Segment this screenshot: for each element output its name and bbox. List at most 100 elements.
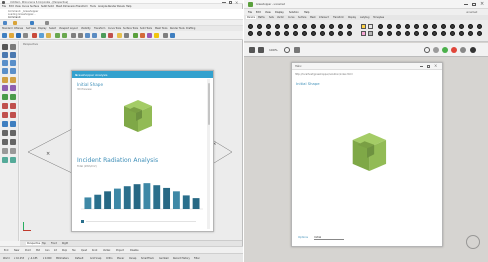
arc-icon[interactable]	[2, 68, 8, 74]
tab-standard[interactable]: Standard	[2, 27, 12, 30]
component-icon[interactable]	[396, 31, 401, 36]
scale-icon[interactable]	[10, 112, 16, 118]
shaded-icon[interactable]	[101, 33, 106, 38]
osnap-cen[interactable]: Cen	[45, 249, 49, 252]
split-icon[interactable]	[10, 130, 16, 136]
status-smarttrack[interactable]: SmartTrack	[141, 257, 154, 260]
palette-swatch-icon[interactable]	[368, 31, 373, 36]
rotate-view-icon[interactable]	[78, 33, 83, 38]
component-icon[interactable]	[396, 24, 401, 29]
boolean-icon[interactable]	[2, 94, 8, 100]
menu-item[interactable]: Surface	[30, 5, 39, 8]
minimize-icon[interactable]	[222, 1, 226, 3]
osnap-near[interactable]: Near	[14, 249, 19, 252]
dimension-icon[interactable]	[2, 148, 8, 154]
menu-item[interactable]: Render	[108, 5, 117, 8]
line-icon[interactable]	[2, 52, 8, 58]
component-icon[interactable]	[347, 24, 352, 29]
tab-display[interactable]: Display	[38, 27, 46, 30]
open-file-icon[interactable]	[249, 47, 255, 53]
component-icon[interactable]	[293, 31, 298, 36]
sphere-icon[interactable]	[10, 85, 16, 91]
osnap-mid[interactable]: Mid	[36, 249, 40, 252]
gh-doc-name[interactable]: unnamed	[466, 11, 477, 14]
menu-item[interactable]: Help	[126, 5, 131, 8]
help-icon[interactable]	[170, 33, 175, 38]
point-icon[interactable]	[10, 44, 16, 50]
new-icon[interactable]	[2, 33, 7, 38]
command-prompt[interactable]: Command:	[8, 16, 21, 19]
palette-swatch-icon[interactable]	[361, 31, 366, 36]
copy-icon[interactable]	[39, 33, 44, 38]
menu-item[interactable]: Panels	[117, 5, 125, 8]
zoom-icon[interactable]	[284, 47, 290, 53]
options-icon[interactable]	[163, 33, 168, 38]
component-icon[interactable]	[338, 31, 343, 36]
preview-mesh-icon[interactable]	[460, 47, 466, 53]
palette-swatch-icon[interactable]	[368, 24, 373, 29]
component-icon[interactable]	[302, 31, 307, 36]
zoom-level[interactable]: 100%	[269, 48, 278, 52]
gh-menu-file[interactable]: File	[248, 11, 252, 14]
status-record-history[interactable]: Record History	[173, 257, 190, 260]
tab-sets[interactable]: Sets	[269, 16, 274, 19]
print-icon[interactable]	[23, 33, 28, 38]
redo-icon[interactable]	[62, 33, 67, 38]
tab-vector[interactable]: Vector	[277, 16, 284, 19]
close-icon[interactable]: ×	[75, 73, 210, 77]
osnap-knot[interactable]: Knot	[92, 249, 97, 252]
status-ortho[interactable]: Ortho	[106, 257, 113, 260]
move-icon[interactable]	[2, 103, 8, 109]
zoom-icon[interactable]	[85, 33, 90, 38]
status-filter[interactable]: Filter	[194, 257, 200, 260]
component-icon[interactable]	[441, 24, 446, 29]
osnap-vertex[interactable]: Vertex	[103, 249, 110, 252]
tab-front[interactable]: Front	[51, 242, 57, 245]
rotate-icon[interactable]	[2, 112, 8, 118]
trim-icon[interactable]	[2, 130, 8, 136]
tab-surface[interactable]: Surface	[298, 16, 306, 19]
component-icon[interactable]	[468, 24, 473, 29]
component-icon[interactable]	[266, 24, 271, 29]
print-icon[interactable]	[45, 21, 49, 25]
component-icon[interactable]	[329, 24, 334, 29]
component-icon[interactable]	[248, 31, 253, 36]
massing-model-3d[interactable]	[110, 96, 162, 142]
url-text[interactable]: http://localhost/grasshopper/solution/in…	[295, 73, 353, 76]
osnap-tan[interactable]: Tan	[72, 249, 76, 252]
gh-menu-help[interactable]: Help	[304, 11, 309, 14]
minimize-icon[interactable]	[464, 4, 468, 5]
menu-item[interactable]: Tools	[90, 5, 96, 8]
zoom-extents-icon[interactable]	[92, 33, 97, 38]
tab-honeybee[interactable]: Honeybee	[373, 16, 384, 19]
gh-settings-icon[interactable]	[470, 47, 476, 53]
status-grid-snap[interactable]: Grid Snap	[90, 257, 101, 260]
maximize-icon[interactable]	[427, 64, 430, 68]
status-osnap[interactable]: Osnap	[129, 257, 136, 260]
tab-render-tools[interactable]: Render Tools	[170, 27, 185, 30]
component-icon[interactable]	[450, 31, 455, 36]
component-icon[interactable]	[477, 24, 482, 29]
component-icon[interactable]	[275, 24, 280, 29]
text-icon[interactable]	[10, 148, 16, 154]
tab-ladybug[interactable]: Ladybug	[360, 16, 369, 19]
tab-intersect[interactable]: Intersect	[319, 16, 329, 19]
rectangle-icon[interactable]	[10, 68, 16, 74]
menu-item[interactable]: Transform	[76, 5, 88, 8]
join-icon[interactable]	[2, 139, 8, 145]
array-icon[interactable]	[10, 121, 16, 127]
component-icon[interactable]	[387, 31, 392, 36]
menu-item[interactable]: Solid	[48, 5, 54, 8]
tab-perspective[interactable]: Perspective	[26, 242, 42, 245]
menu-item[interactable]: View	[15, 5, 21, 8]
tab-select[interactable]: Select	[49, 27, 56, 30]
preview-selected-icon[interactable]	[442, 47, 448, 53]
rendered-icon[interactable]	[108, 33, 113, 38]
component-icon[interactable]	[432, 24, 437, 29]
save-icon[interactable]	[258, 47, 264, 53]
component-icon[interactable]	[338, 24, 343, 29]
component-icon[interactable]	[293, 24, 298, 29]
tab-drafting[interactable]: Drafting	[186, 27, 195, 30]
preview-wire-icon[interactable]	[424, 47, 430, 53]
select-icon[interactable]	[2, 44, 8, 50]
